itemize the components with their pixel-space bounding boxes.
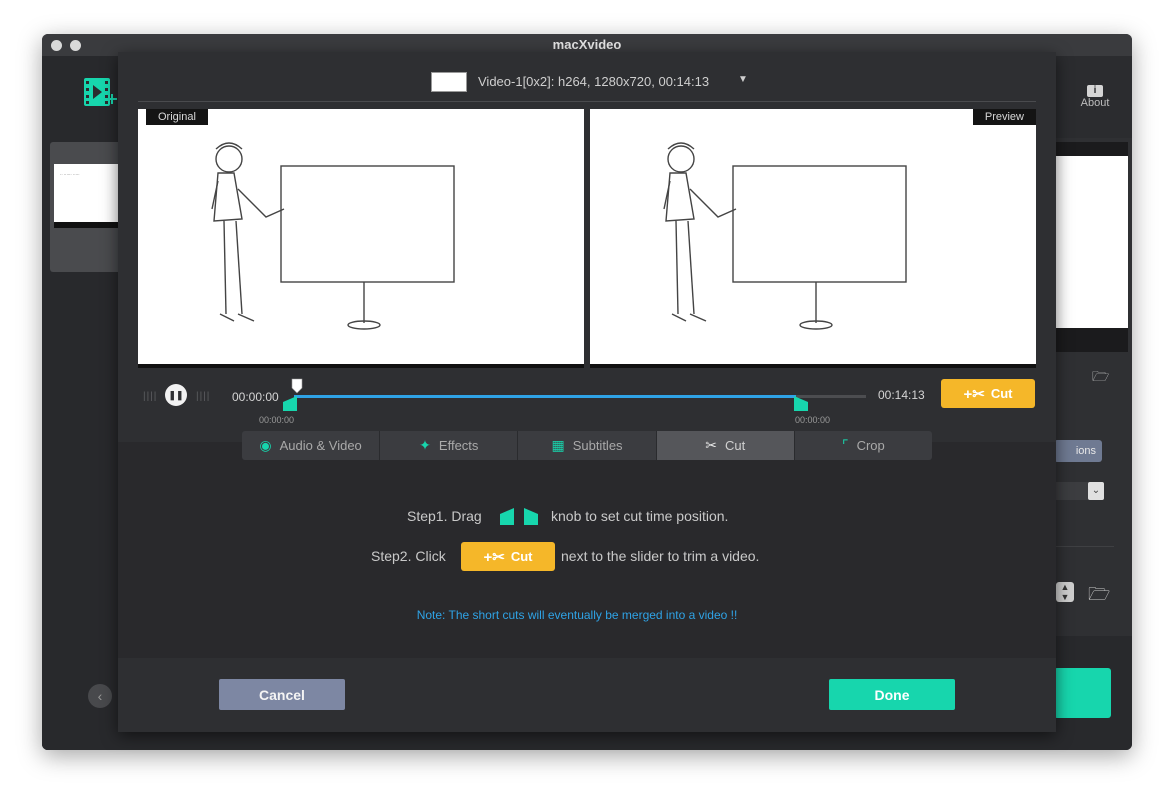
info-icon: i (1087, 85, 1103, 97)
chevron-down-icon[interactable]: ▼ (738, 74, 748, 85)
add-cut-button[interactable]: +✂ Cut (941, 379, 1035, 408)
video-thumbnail-card[interactable]: ·· ······ ····· (50, 142, 128, 272)
step1-suffix: knob to set cut time position. (551, 508, 729, 524)
chevron-down-icon: ⌄ (1088, 482, 1104, 500)
divider (1054, 546, 1114, 547)
cancel-button[interactable]: Cancel (219, 679, 345, 710)
cut-inline-label: Cut (510, 549, 533, 564)
output-preview (1054, 142, 1128, 352)
preview-frame-illustration (663, 142, 907, 330)
plus-scissors-icon: +✂ (483, 548, 505, 566)
run-button[interactable] (1054, 668, 1111, 718)
plus-scissors-icon: +✂ (963, 385, 985, 403)
tab-label: Subtitles (572, 438, 623, 453)
right-cut-knob-icon[interactable] (794, 396, 808, 411)
right-knob-time: 00:00:00 (795, 415, 831, 425)
magic-wand-icon: ✦ (419, 437, 431, 453)
tab-cut[interactable]: ✂ Cut (656, 431, 795, 460)
preview-video-panel: Preview (590, 109, 1036, 368)
jog-ticks[interactable]: |||| (196, 391, 210, 402)
edit-tabs: ◉ Audio & Video ✦ Effects ▦ Subtitles ✂ … (242, 431, 933, 460)
original-label: Original (146, 109, 208, 125)
subtitles-icon: ▦ (551, 437, 565, 453)
left-cut-knob-icon[interactable] (283, 396, 297, 411)
tab-audio-video[interactable]: ◉ Audio & Video (242, 431, 381, 460)
selection-range (294, 395, 796, 398)
scissors-icon: ✂ (705, 437, 717, 453)
video-selector[interactable]: Video-1[0x2]: h264, 1280x720, 00:14:13 ▼ (118, 52, 1056, 100)
cut-dialog: Video-1[0x2]: h264, 1280x720, 00:14:13 ▼… (118, 52, 1056, 732)
original-video-panel: Original (138, 109, 584, 368)
preview-label: Preview (972, 109, 1036, 125)
playhead-icon[interactable] (291, 378, 303, 394)
output-folder-icon[interactable]: 🗁 (1088, 582, 1110, 612)
window-title: macXvideo (552, 37, 622, 52)
pause-button[interactable]: ❚❚ (165, 384, 187, 406)
video-thumbnail: ·· ······ ····· (54, 164, 120, 228)
app-logo-icon (84, 78, 117, 106)
tab-label: Audio & Video (279, 438, 362, 453)
about-label: About (1080, 97, 1110, 109)
output-select[interactable]: ⌄ (1054, 482, 1104, 500)
step2-suffix: next to the slider to trim a video. (561, 548, 760, 564)
crop-icon: ⌜ (842, 437, 849, 453)
minimize-window-button[interactable] (70, 40, 81, 51)
video-info: Video-1[0x2]: h264, 1280x720, 00:14:13 (478, 74, 710, 89)
close-window-button[interactable] (51, 40, 62, 51)
done-button[interactable]: Done (829, 679, 955, 710)
speaker-icon: ◉ (259, 437, 272, 453)
tab-label: Effects (438, 438, 479, 453)
tab-crop[interactable]: ⌜ Crop (794, 431, 933, 460)
tab-effects[interactable]: ✦ Effects (380, 431, 519, 460)
about-button[interactable]: i About (1072, 84, 1118, 109)
original-frame-illustration (211, 142, 455, 330)
options-button[interactable]: ions (1054, 440, 1102, 462)
cut-button-illustration: +✂ Cut (461, 542, 555, 571)
step1-prefix: Step1. Drag (407, 508, 482, 524)
cut-button-label: Cut (990, 386, 1013, 401)
tab-label: Cut (724, 438, 746, 453)
tab-subtitles[interactable]: ▦ Subtitles (518, 431, 657, 460)
cut-knobs-icon (500, 508, 538, 525)
current-time: 00:00:00 (232, 390, 279, 404)
step2-prefix: Step2. Click (371, 548, 446, 564)
folder-icon[interactable]: 🗁 (1092, 366, 1109, 390)
video-thumbnail-small (431, 72, 467, 92)
total-time: 00:14:13 (878, 388, 925, 402)
merge-note: Note: The short cuts will eventually be … (416, 608, 738, 622)
stepper-control[interactable]: ▲ ▼ (1056, 582, 1074, 602)
left-knob-time: 00:00:00 (259, 415, 295, 425)
back-button[interactable]: ‹ (88, 684, 112, 708)
jog-ticks[interactable]: |||| (143, 391, 157, 402)
divider (138, 101, 1036, 102)
tab-label: Crop (856, 438, 885, 453)
